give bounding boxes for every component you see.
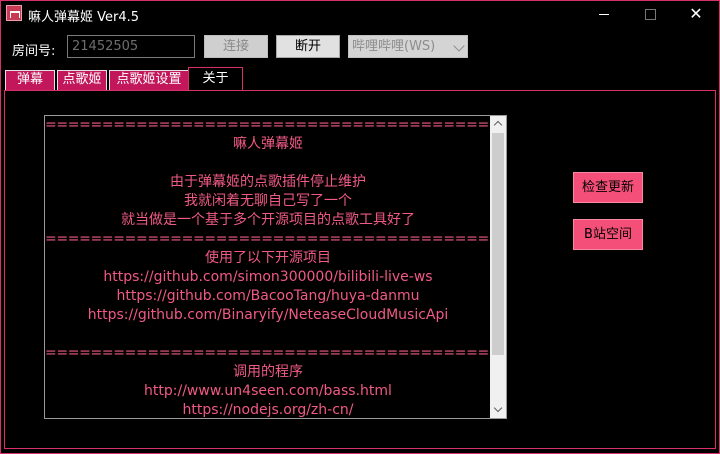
tab-danmaku[interactable]: 弹幕 [5, 70, 55, 90]
separator-line: ========================================… [45, 231, 507, 247]
close-button[interactable]: ✕ [673, 1, 719, 27]
open-source-heading: 使用了以下开源项目 [205, 250, 331, 266]
about-text-line: 由于弹幕姬的点歌插件停止维护 [170, 174, 366, 190]
tab-song-settings[interactable]: 点歌姬设置 [109, 70, 189, 90]
maximize-button[interactable] [627, 1, 673, 27]
about-text-line: 就当做是一个基于多个开源项目的点歌工具好了 [121, 212, 415, 228]
tab-about[interactable]: 关于 [188, 67, 243, 91]
platform-select[interactable]: 哔哩哔哩(WS) [348, 35, 468, 58]
close-icon: ✕ [689, 4, 703, 23]
window-title: 嘛人弹幕姬 Ver4.5 [28, 10, 140, 25]
minimize-button[interactable] [581, 1, 627, 27]
project-link: https://github.com/simon300000/bilibili-… [103, 269, 433, 285]
vertical-scrollbar[interactable] [490, 116, 506, 418]
title-bar[interactable]: 嘛人弹幕姬 Ver4.5 ✕ [1, 1, 719, 27]
about-text-lines: ========================================… [45, 116, 507, 418]
platform-selected-value: 哔哩哔哩(WS) [352, 39, 436, 54]
about-text-line: 我就闲着无聊自己写了一个 [184, 193, 352, 209]
app-window: 嘛人弹幕姬 Ver4.5 ✕ 房间号: 21452505 连接 断开 哔哩哔哩(… [0, 0, 720, 454]
about-textbox[interactable]: ========================================… [44, 115, 507, 419]
scroll-up-arrow-icon[interactable] [490, 116, 506, 132]
check-update-button[interactable]: 检查更新 [573, 172, 643, 203]
project-link: https://github.com/Binaryify/NeteaseClou… [87, 307, 449, 323]
app-name-line: 嘛人弹幕姬 [233, 136, 303, 152]
disconnect-button[interactable]: 断开 [276, 35, 340, 58]
minimize-icon [599, 13, 609, 15]
connect-button[interactable]: 连接 [204, 35, 268, 58]
scroll-down-arrow-icon[interactable] [490, 402, 506, 418]
room-number-label: 房间号: [12, 44, 56, 59]
programs-heading: 调用的程序 [233, 364, 303, 380]
project-link: https://github.com/BacooTang/huya-danmu [116, 288, 420, 304]
separator-line: ========================================… [45, 345, 507, 361]
tab-song-request[interactable]: 点歌姬 [57, 70, 107, 90]
scrollbar-thumb[interactable] [492, 133, 504, 355]
room-number-input[interactable]: 21452505 [67, 35, 195, 58]
chevron-down-icon [453, 40, 465, 52]
program-link: https://nodejs.org/zh-cn/ [182, 402, 354, 418]
maximize-icon [644, 8, 656, 20]
program-link: http://www.un4seen.com/bass.html [144, 383, 392, 399]
bilibili-space-button[interactable]: B站空间 [573, 219, 643, 250]
separator-line: ========================================… [45, 117, 507, 133]
app-logo-icon [6, 5, 22, 21]
